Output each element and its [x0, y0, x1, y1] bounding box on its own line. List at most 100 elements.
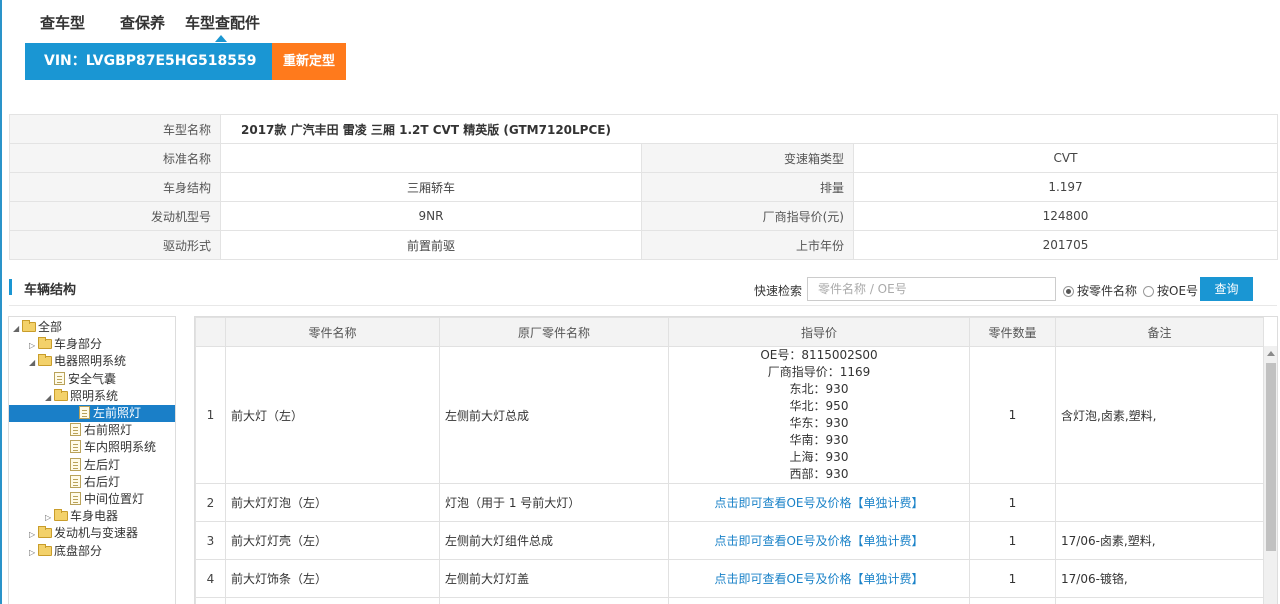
- reset-model-button[interactable]: 重新定型: [272, 43, 346, 80]
- price-cell: 点击即可查看OE号及价格【单独计费】: [668, 521, 970, 560]
- view-price-link[interactable]: 点击即可查看OE号及价格【单独计费】: [714, 534, 923, 548]
- tab-model-parts[interactable]: 车型查配件: [185, 12, 260, 33]
- info-label: 发动机型号: [9, 201, 221, 231]
- manufacturer-price: 厂商指导价：1169: [767, 365, 871, 379]
- vin-display: VIN：LVGBP87E5HG518559: [25, 43, 272, 80]
- document-icon: [70, 474, 81, 488]
- folder-icon: [38, 354, 52, 367]
- scroll-thumb[interactable]: [1266, 363, 1276, 551]
- view-price-link[interactable]: 点击即可查看OE号及价格【单独计费】: [714, 572, 923, 586]
- tree-node[interactable]: 左后灯: [61, 457, 120, 474]
- view-price-link[interactable]: 点击即可查看OE号及价格【单独计费】: [714, 496, 923, 510]
- tree-node[interactable]: ▷ 发动机与变速器: [29, 525, 138, 542]
- tab-search-model[interactable]: 查车型: [40, 12, 85, 33]
- table-row[interactable]: [195, 597, 1264, 604]
- table-row[interactable]: 2 前大灯灯泡（左） 灯泡（用于 1 号前大灯） 点击即可查看OE号及价格【单独…: [195, 483, 1264, 522]
- collapse-arrow-icon[interactable]: ◢: [13, 320, 22, 337]
- folder-icon: [54, 509, 68, 522]
- tree-node[interactable]: 左前照灯: [9, 405, 175, 422]
- tree-node[interactable]: 安全气囊: [45, 371, 116, 388]
- radio-by-part-name[interactable]: 按零件名称: [1063, 282, 1137, 299]
- info-row-model: 车型名称 2017款 广汽丰田 雷凌 三厢 1.2T CVT 精英版 (GTM7…: [9, 114, 1279, 144]
- query-button[interactable]: 查询: [1200, 277, 1253, 301]
- tree-node-label: 电器照明系统: [54, 354, 127, 369]
- document-icon: [70, 440, 81, 454]
- price-cell: 点击即可查看OE号及价格【单独计费】: [668, 483, 970, 522]
- tree-node[interactable]: ◢ 电器照明系统: [29, 353, 126, 370]
- section-marker: [9, 279, 12, 295]
- radio-by-oe[interactable]: 按OE号: [1143, 282, 1198, 299]
- region-price-shanghai: 上海：930: [789, 450, 849, 464]
- radio-label: 按零件名称: [1077, 284, 1138, 298]
- table-row[interactable]: 4 前大灯饰条（左） 左侧前大灯灯盖 点击即可查看OE号及价格【单独计费】 1 …: [195, 559, 1264, 598]
- radio-label: 按OE号: [1157, 284, 1199, 298]
- region-price-east: 华东：930: [789, 416, 849, 430]
- info-label: 车型名称: [9, 114, 221, 144]
- region-price-south: 华南：930: [789, 433, 849, 447]
- expand-arrow-icon[interactable]: ▷: [29, 544, 38, 561]
- model-name-value: 2017款 广汽丰田 雷凌 三厢 1.2T CVT 精英版 (GTM7120LP…: [219, 114, 1279, 144]
- tree-node[interactable]: ▷ 车身电器: [45, 508, 118, 525]
- grid-scrollbar[interactable]: [1263, 346, 1277, 604]
- quick-search-label: 快速检索: [754, 284, 803, 298]
- section-title: 车辆结构: [24, 283, 77, 298]
- tree-node-label: 左前照灯: [93, 406, 142, 420]
- region-price-northeast: 东北：930: [789, 382, 849, 396]
- oem-part-name: 左侧前大灯组件总成: [439, 521, 669, 560]
- tree-node-label: 车内照明系统: [84, 440, 157, 455]
- tree-node-label: 车身部分: [54, 337, 103, 352]
- parts-table: 零件名称 原厂零件名称 指导价 零件数量 备注 1 前大灯（左） 左侧前大灯总成…: [195, 317, 1264, 604]
- tree-node[interactable]: ◢ 照明系统: [45, 388, 118, 405]
- radio-checked-icon: [1063, 286, 1074, 297]
- part-note: 17/06-卤素,塑料,: [1055, 521, 1264, 560]
- part-note: 含灯泡,卤素,塑料,: [1055, 346, 1264, 484]
- part-quantity: [969, 597, 1056, 604]
- column-header-part-name: 零件名称: [225, 317, 440, 347]
- tree-node[interactable]: ▷ 底盘部分: [29, 543, 102, 560]
- scroll-up-arrow-icon[interactable]: [1267, 351, 1275, 356]
- active-tab-indicator: [215, 35, 227, 42]
- region-price-north: 华北：950: [789, 399, 849, 413]
- folder-icon: [38, 337, 52, 350]
- info-label: 标准名称: [9, 143, 221, 173]
- info-row: 标准名称 变速箱类型 CVT: [9, 143, 1279, 173]
- oem-part-name: 左侧前大灯灯盖: [439, 559, 669, 598]
- tree-node[interactable]: ▷ 车身部分: [29, 336, 102, 353]
- section-divider: [9, 305, 1277, 306]
- info-label: 驱动形式: [9, 230, 221, 260]
- collapse-arrow-icon[interactable]: ◢: [29, 354, 38, 371]
- info-label: 变速箱类型: [641, 143, 854, 173]
- info-value: 201705: [852, 230, 1279, 260]
- collapse-arrow-icon[interactable]: ◢: [45, 389, 54, 406]
- oem-part-name: 左侧前大灯总成: [439, 346, 669, 484]
- table-row[interactable]: 3 前大灯灯壳（左） 左侧前大灯组件总成 点击即可查看OE号及价格【单独计费】 …: [195, 521, 1264, 560]
- info-label: 排量: [641, 172, 854, 202]
- expand-arrow-icon[interactable]: ▷: [29, 526, 38, 543]
- part-name: 前大灯灯泡（左）: [225, 483, 440, 522]
- part-name: [225, 597, 440, 604]
- expand-arrow-icon[interactable]: ▷: [29, 337, 38, 354]
- tree-node-label: 右前照灯: [84, 423, 133, 438]
- tree-node-label: 照明系统: [70, 388, 119, 403]
- tree-node[interactable]: ◢ 全部: [13, 319, 62, 336]
- row-number: 2: [195, 483, 226, 522]
- row-number: 4: [195, 559, 226, 598]
- expand-arrow-icon[interactable]: ▷: [45, 509, 54, 526]
- tree-node-label: 发动机与变速器: [54, 526, 139, 541]
- tree-node-label: 左后灯: [84, 457, 121, 472]
- tree-node[interactable]: 中间位置灯: [61, 491, 144, 508]
- table-row[interactable]: 1 前大灯（左） 左侧前大灯总成 OE号：8115002S00 厂商指导价：11…: [195, 346, 1264, 484]
- category-tree: ◢ 全部 ▷ 车身部分 ◢ 电器照明系统 安全气囊 ◢ 照明系统 左前照灯 右前照灯 车内照明系统 左后…: [8, 316, 176, 604]
- quick-search-input[interactable]: [807, 277, 1056, 301]
- info-label: 上市年份: [641, 230, 854, 260]
- tree-node[interactable]: 右前照灯: [61, 422, 132, 439]
- info-value: 三厢轿车: [220, 172, 642, 202]
- tree-node-label: 全部: [38, 320, 63, 334]
- tree-node[interactable]: 右后灯: [61, 474, 120, 491]
- tab-search-maintenance[interactable]: 查保养: [120, 12, 165, 33]
- folder-icon: [54, 388, 68, 401]
- tree-node[interactable]: 车内照明系统: [61, 439, 156, 456]
- tree-node-label: 车身电器: [70, 509, 119, 524]
- info-label: 车身结构: [9, 172, 221, 202]
- info-value: CVT: [852, 143, 1279, 173]
